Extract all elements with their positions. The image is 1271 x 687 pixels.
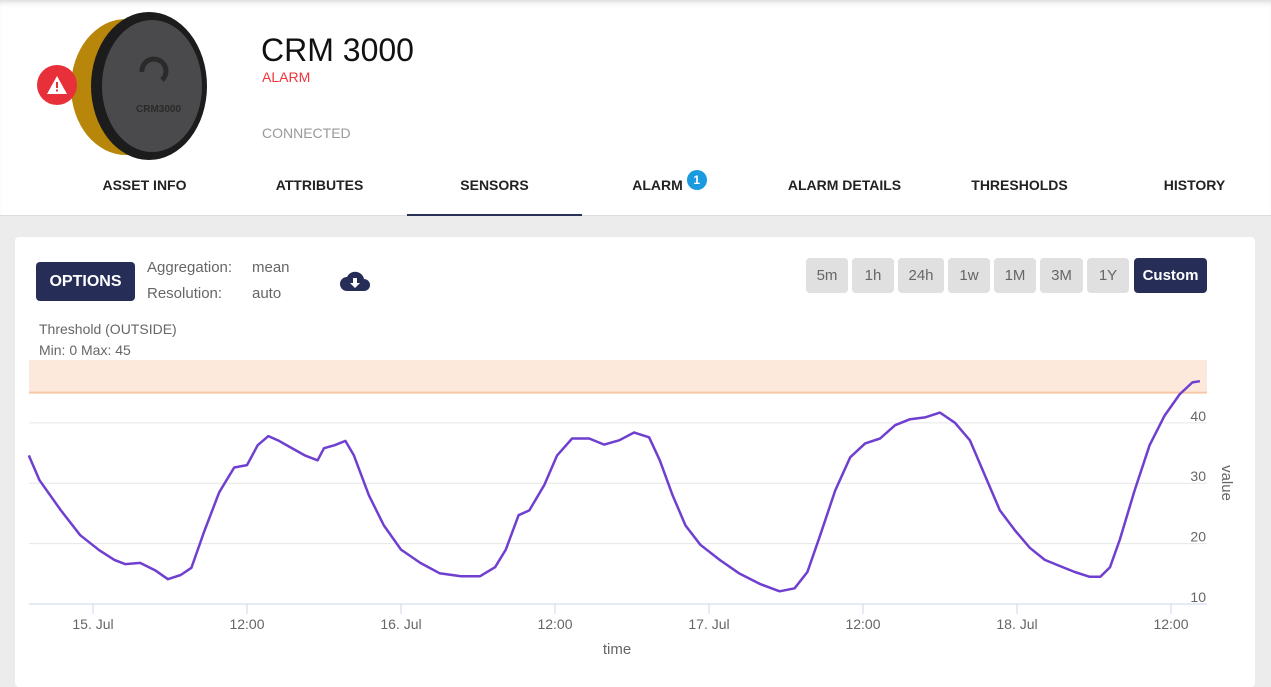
x-tick-label: 16. Jul xyxy=(380,616,421,632)
y-axis-title: value xyxy=(1218,465,1235,501)
x-tick-label: 12:00 xyxy=(1153,616,1188,632)
y-tick-label: 40 xyxy=(1190,408,1206,424)
x-tick-label: 12:00 xyxy=(229,616,264,632)
y-tick-label: 30 xyxy=(1190,468,1206,484)
threshold-band xyxy=(29,360,1207,393)
x-tick-label: 12:00 xyxy=(537,616,572,632)
x-axis-title: time xyxy=(603,641,631,658)
y-tick-label: 20 xyxy=(1190,529,1206,545)
x-tick-label: 17. Jul xyxy=(688,616,729,632)
x-tick-label: 12:00 xyxy=(845,616,880,632)
series-line xyxy=(27,379,1201,593)
x-tick-label: 15. Jul xyxy=(72,616,113,632)
sensor-line-chart: 10 20 30 40 15. Jul 12:00 16. Jul 12:00 17. Jul 1… xyxy=(27,360,1235,658)
y-tick-label: 10 xyxy=(1190,589,1206,605)
x-tick-label: 18. Jul xyxy=(996,616,1037,632)
